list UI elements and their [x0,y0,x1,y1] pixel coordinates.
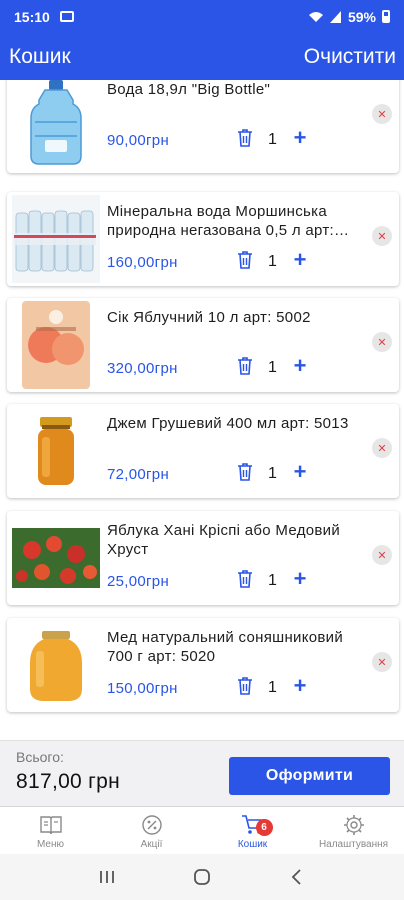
increase-quantity-button[interactable]: + [291,248,309,272]
cart-count-badge: 6 [255,819,273,836]
item-quantity: 1 [268,572,277,589]
back-icon[interactable] [285,865,309,889]
cart-item: Яблука Хані Кріспі або Медовий Хруст 25,… [7,511,399,605]
nav-item-promotions[interactable]: Акції [101,807,202,854]
nav-item-menu[interactable]: Меню [0,807,101,854]
item-quantity: 1 [268,253,277,270]
system-nav-bar [0,854,404,900]
item-name: Яблука Хані Кріспі або Медовий Хруст [107,522,341,558]
item-price: 320,00грн [107,360,178,377]
remove-item-button[interactable]: ✕ [372,652,392,672]
item-price: 150,00грн [107,680,178,697]
page-title: Кошик [9,44,71,68]
jam-jar-icon [12,407,100,495]
status-right: 59% [308,9,390,25]
trash-icon[interactable] [236,569,254,589]
item-name: Мед натуральний соняшниковий 700 г арт: … [107,629,344,665]
trash-icon[interactable] [236,128,254,148]
bottom-nav: Меню Акції 6 Кошик Налаштування [0,806,404,854]
cart-item: Вода 18,9л "Big Bottle" 90,00грн 1 + ✕ [7,80,399,173]
item-price: 90,00грн [107,132,170,149]
cart-item: Джем Грушевий 400 мл арт: 5013 72,00грн … [7,404,399,498]
increase-quantity-button[interactable]: + [291,126,309,150]
status-bar: 15:10 59% [0,0,404,33]
juice-box-icon [12,301,100,389]
item-name: Джем Грушевий 400 мл арт: 5013 [107,415,349,432]
battery-icon [382,10,390,23]
item-price: 25,00грн [107,573,170,590]
item-price: 160,00грн [107,254,178,271]
remove-item-button[interactable]: ✕ [372,332,392,352]
item-name: Вода 18,9л "Big Bottle" [107,81,271,98]
cart-item: Мінеральна вода Моршинська природна нега… [7,192,399,286]
trash-icon[interactable] [236,462,254,482]
item-quantity: 1 [268,465,277,482]
nav-item-cart[interactable]: 6 Кошик [202,807,303,854]
cart-icon: 6 [240,813,273,837]
item-quantity: 1 [268,359,277,376]
item-quantity: 1 [268,131,277,148]
menu-book-icon [38,813,64,837]
notification-icon [59,11,74,22]
nav-label: Кошик [237,839,268,850]
increase-quantity-button[interactable]: + [291,674,309,698]
recent-apps-icon[interactable] [95,865,119,889]
battery-percent: 59% [347,8,376,25]
total-label: Всього: [16,749,64,765]
total-value: 817,00 грн [16,770,121,793]
percent-badge-icon [139,813,165,837]
cart-list[interactable]: Вода 18,9л "Big Bottle" 90,00грн 1 + ✕ М… [0,80,404,740]
remove-item-button[interactable]: ✕ [372,438,392,458]
trash-icon[interactable] [236,356,254,376]
trash-icon[interactable] [236,676,254,696]
item-name: Мінеральна вода Моршинська природна нега… [107,203,335,239]
remove-item-button[interactable]: ✕ [372,104,392,124]
home-icon[interactable] [190,865,214,889]
increase-quantity-button[interactable]: + [291,460,309,484]
cart-summary: Всього: 817,00 грн Оформити [0,740,404,806]
increase-quantity-button[interactable]: + [291,354,309,378]
nav-label: Налаштування [318,839,389,850]
checkout-button[interactable]: Оформити [229,757,390,795]
increase-quantity-button[interactable]: + [291,567,309,591]
honey-jar-icon [12,621,100,709]
nav-label: Акції [140,839,163,850]
wifi-icon [308,11,323,22]
app-bar: Кошик Очистити [0,33,404,80]
signal-icon [329,10,341,23]
remove-item-button[interactable]: ✕ [372,226,392,246]
nav-label: Меню [36,839,65,850]
trash-icon[interactable] [236,250,254,270]
cart-item: Мед натуральний соняшниковий 700 г арт: … [7,618,399,712]
gear-icon [341,813,367,837]
apples-icon [12,514,100,602]
cart-item: Сік Яблучний 10 л арт: 5002 320,00грн 1 … [7,298,399,392]
item-name: Сік Яблучний 10 л арт: 5002 [107,309,311,326]
water-pack-icon [12,195,100,283]
item-price: 72,00грн [107,466,170,483]
nav-item-settings[interactable]: Налаштування [303,807,404,854]
status-time: 15:10 [14,8,50,25]
remove-item-button[interactable]: ✕ [372,545,392,565]
water-bottle-icon [12,80,100,166]
item-quantity: 1 [268,679,277,696]
clear-cart-button[interactable]: Очистити [304,45,396,69]
